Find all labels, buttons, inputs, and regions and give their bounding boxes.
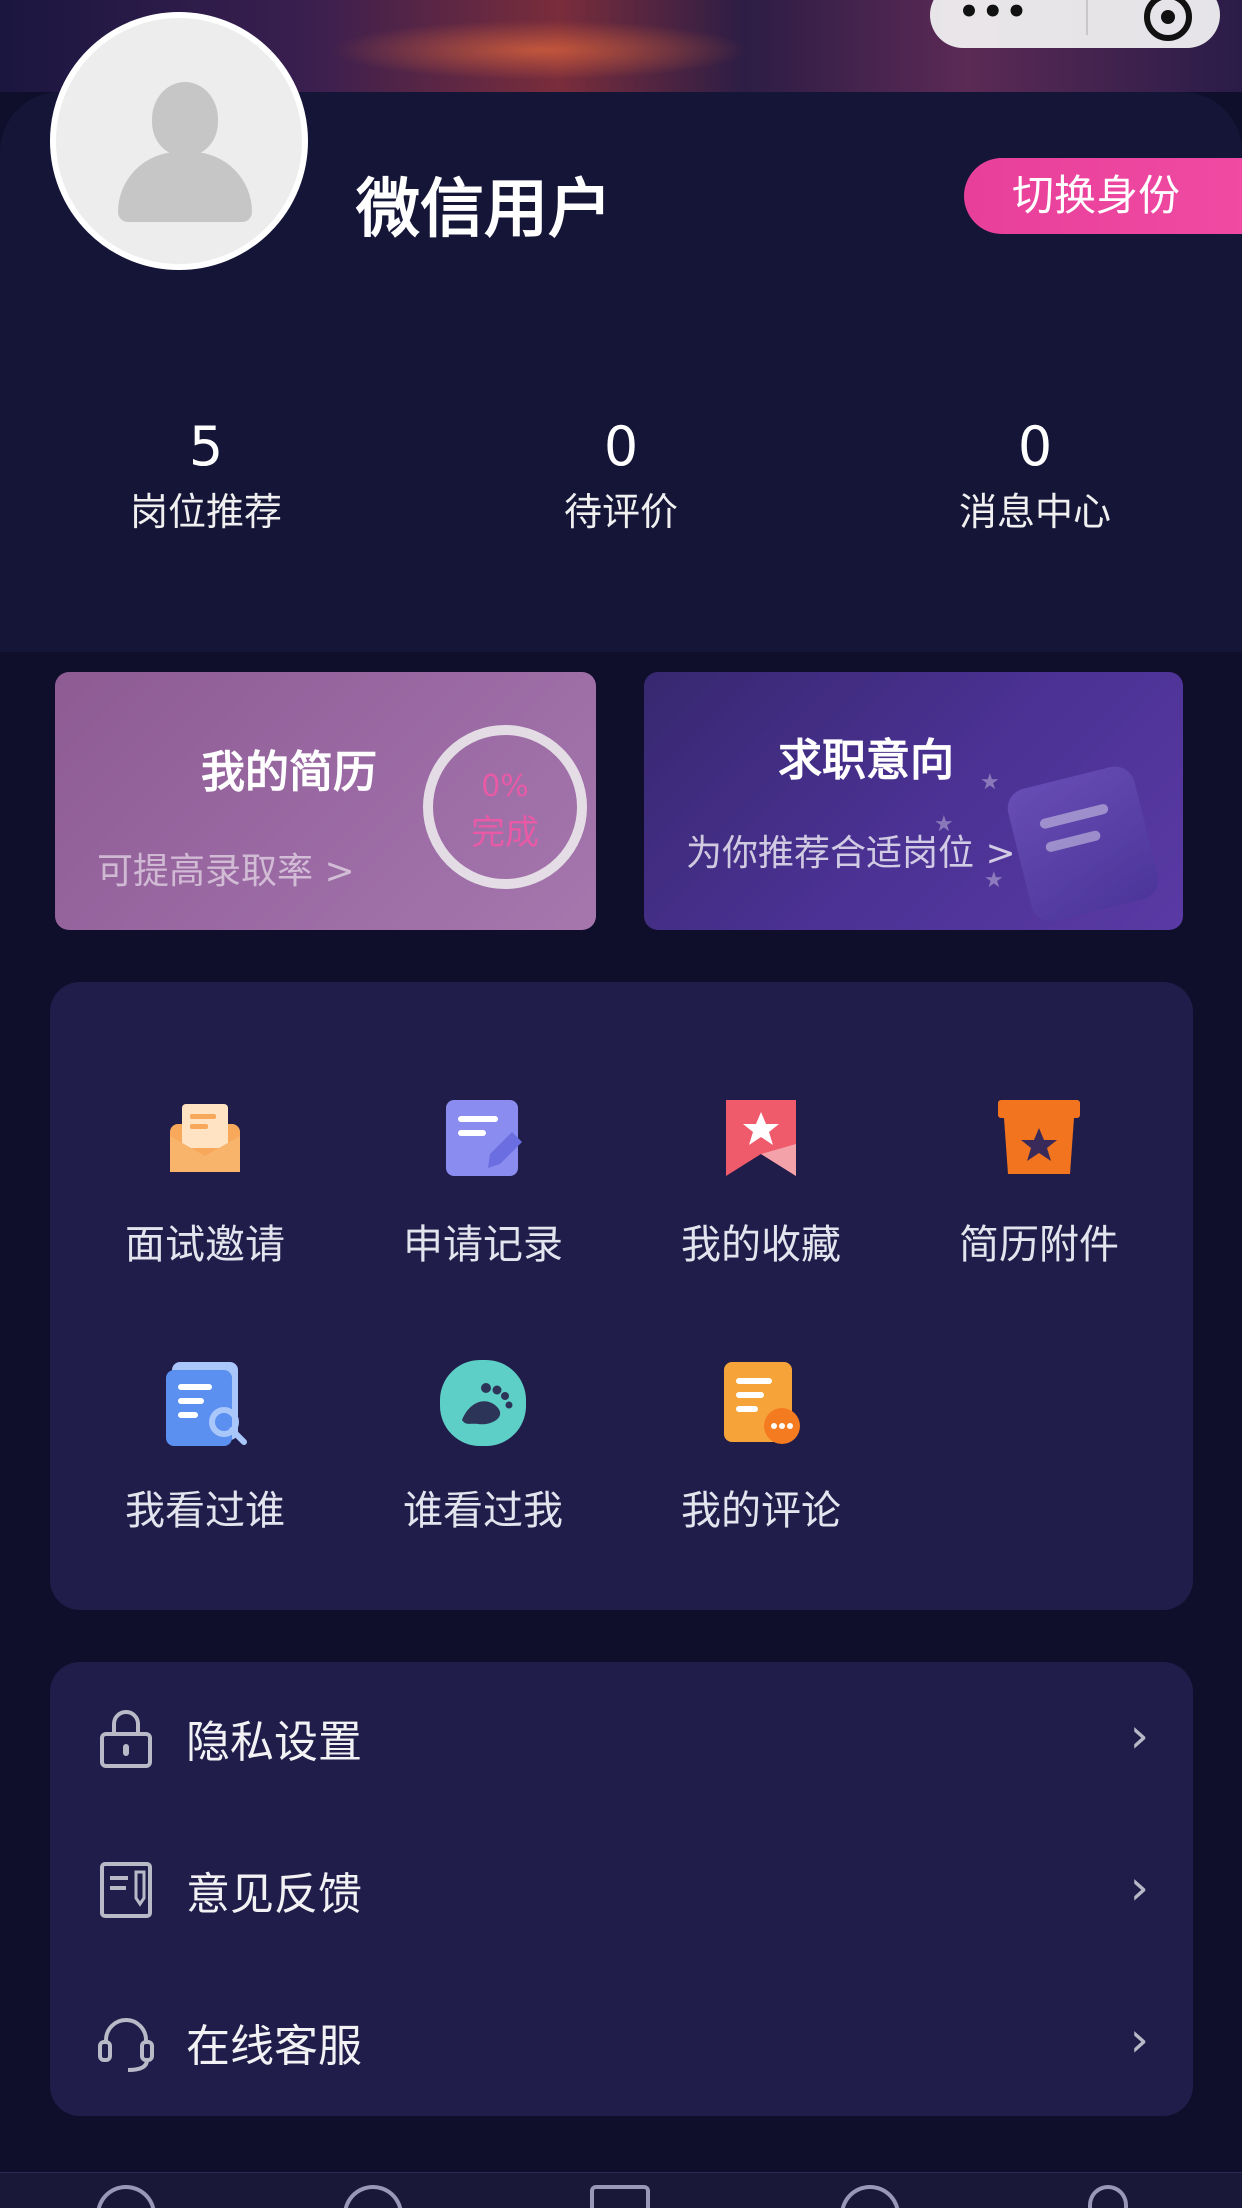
feature-resume-attachments[interactable]: 简历附件	[899, 1094, 1179, 1270]
feature-label: 我看过谁	[125, 1488, 285, 1534]
stat-message-center[interactable]: 0 消息中心	[885, 412, 1185, 542]
jobs-tab-icon[interactable]	[590, 2185, 650, 2208]
feature-label: 简历附件	[959, 1222, 1119, 1268]
avatar[interactable]	[50, 12, 308, 270]
switch-identity-button[interactable]: 切换身份	[964, 158, 1242, 234]
comment-document-icon	[718, 1360, 804, 1446]
intent-card-title: 求职意向	[778, 735, 954, 786]
avatar-placeholder-body	[118, 152, 252, 222]
feature-label: 我的收藏	[681, 1222, 841, 1268]
my-resume-card[interactable]: 我的简历 可提高录取率 > 0% 完成	[55, 672, 596, 930]
settings-label: 在线客服	[186, 2021, 362, 2072]
feedback-icon	[98, 1860, 154, 1920]
settings-row-customer-service[interactable]: 在线客服 ›	[50, 1966, 1193, 2116]
feature-who-viewed-me[interactable]: 谁看过我	[343, 1360, 623, 1536]
box-star-icon	[996, 1094, 1082, 1180]
headset-icon	[98, 2012, 154, 2072]
stats-row: 5 岗位推荐 0 待评价 0 消息中心	[0, 412, 1242, 552]
settings-row-feedback[interactable]: 意见反馈 ›	[50, 1814, 1193, 1964]
feature-my-favorites[interactable]: 我的收藏	[621, 1094, 901, 1270]
feature-interview-invites[interactable]: 面试邀请	[65, 1094, 345, 1270]
settings-row-privacy[interactable]: 隐私设置 ›	[50, 1662, 1193, 1812]
feature-application-records[interactable]: 申请记录	[343, 1094, 623, 1270]
chevron-right-icon: ›	[1129, 1708, 1149, 1764]
edit-document-icon	[440, 1094, 526, 1180]
stat-label: 消息中心	[958, 490, 1111, 534]
feature-my-comments[interactable]: 我的评论	[621, 1360, 901, 1536]
job-intent-card[interactable]: ★ ★ ★ 求职意向 为你推荐合适岗位 >	[644, 672, 1183, 930]
feature-label: 面试邀请	[125, 1222, 285, 1268]
document-search-icon	[162, 1360, 248, 1446]
avatar-placeholder-head	[152, 82, 218, 156]
chevron-right-icon: ›	[1129, 1860, 1149, 1916]
resume-progress-percent: 0%	[481, 769, 529, 804]
envelope-icon	[162, 1094, 248, 1180]
more-icon[interactable]: •••	[958, 0, 1029, 32]
feature-who-i-viewed[interactable]: 我看过谁	[65, 1360, 345, 1536]
stat-value: 5	[188, 415, 224, 478]
bottom-tab-bar	[0, 2172, 1242, 2208]
stat-pending-reviews[interactable]: 0 待评价	[471, 412, 771, 542]
home-tab-icon[interactable]	[96, 2185, 156, 2208]
stat-label: 岗位推荐	[129, 490, 282, 534]
feature-grid-panel: 面试邀请 申请记录 我的收藏 简历附件 我看过谁 谁看过我 我的评论	[50, 982, 1193, 1610]
capsule-divider	[1085, 0, 1088, 35]
footprint-icon	[440, 1360, 526, 1446]
resume-progress-ring: 0% 完成	[423, 725, 587, 889]
profile-tab-icon[interactable]	[1088, 2185, 1128, 2208]
intent-card-subtitle: 为你推荐合适岗位 >	[686, 833, 1016, 874]
bookmark-star-icon	[718, 1094, 804, 1180]
close-mini-program-icon[interactable]	[1143, 0, 1192, 41]
feature-label: 申请记录	[403, 1222, 563, 1268]
feature-label: 谁看过我	[403, 1488, 563, 1534]
mini-program-capsule: •••	[930, 0, 1220, 48]
resume-progress-label: 完成	[471, 813, 539, 853]
stat-label: 待评价	[563, 490, 678, 534]
star-decoration-icon: ★	[980, 770, 1000, 795]
document-illustration-icon	[1003, 762, 1163, 926]
discover-tab-icon[interactable]	[840, 2185, 900, 2208]
user-name: 微信用户	[356, 173, 612, 247]
settings-label: 意见反馈	[186, 1869, 362, 1920]
stat-job-recommendations[interactable]: 5 岗位推荐	[56, 412, 356, 542]
settings-label: 隐私设置	[186, 1717, 362, 1768]
profile-page: ••• 微信用户 切换身份 5 岗位推荐 0 待评价 0 消息中心 我的简历 可…	[0, 0, 1242, 2208]
chevron-right-icon: ›	[1129, 2012, 1149, 2068]
lock-icon	[98, 1708, 154, 1768]
stat-value: 0	[1017, 415, 1053, 478]
resume-card-title: 我的简历	[201, 747, 377, 798]
chat-tab-icon[interactable]	[343, 2185, 403, 2208]
feature-label: 我的评论	[681, 1488, 841, 1534]
settings-list-panel: 隐私设置 › 意见反馈 › 在线客服 ›	[50, 1662, 1193, 2116]
resume-card-subtitle: 可提高录取率 >	[97, 851, 355, 892]
stat-value: 0	[603, 415, 639, 478]
